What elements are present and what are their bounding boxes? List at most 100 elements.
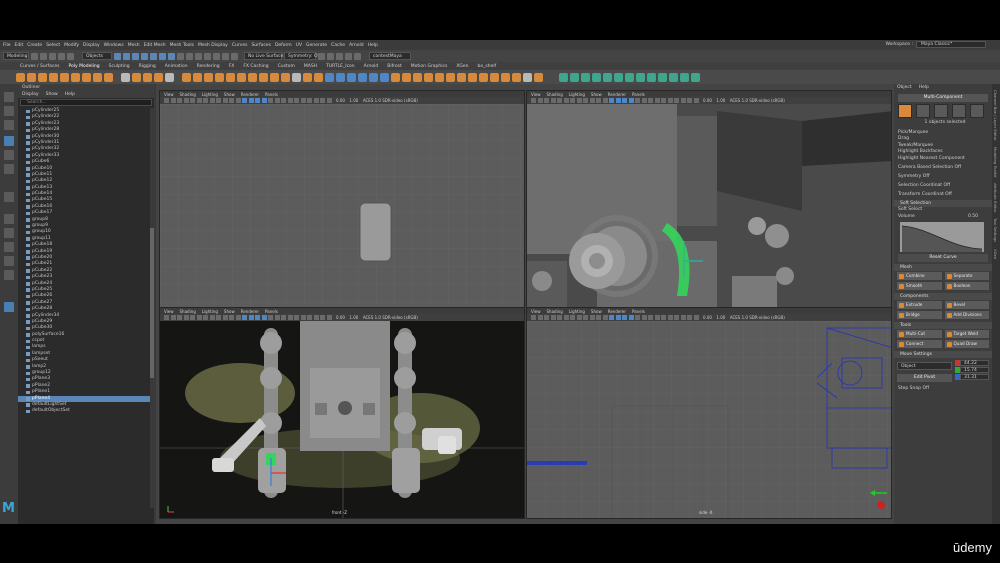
connect-button[interactable]: Connect (897, 340, 942, 348)
outliner-layout-icon[interactable] (4, 302, 14, 312)
shelf-script-4-icon[interactable] (592, 72, 601, 82)
symmetry-row[interactable]: Symmetry Off (894, 174, 992, 181)
spray-icon[interactable] (457, 72, 466, 82)
multi-cut-button[interactable]: Multi-Cut (897, 330, 942, 338)
boolean-button[interactable]: Boolean (944, 282, 989, 290)
edit-pivot-button[interactable]: Edit Pivot (897, 374, 952, 382)
workspace-dropdown[interactable]: Maya Classic* (916, 41, 986, 48)
menu-surfaces[interactable]: Surfaces (251, 43, 271, 48)
move-tool-icon[interactable] (4, 136, 14, 146)
move-settings-header[interactable]: Move Settings (894, 351, 992, 358)
new-scene-icon[interactable] (31, 52, 38, 60)
layout-graph-icon[interactable] (4, 270, 14, 280)
uv-editor-icon[interactable] (380, 72, 389, 82)
extrude-button[interactable]: Extrude (897, 301, 942, 309)
shelf-script-8-icon[interactable] (636, 72, 645, 82)
lasso-tool-icon[interactable] (4, 106, 14, 116)
outliner-search-input[interactable]: Search... (20, 99, 152, 106)
right-tab-modeling-toolkit[interactable]: Modeling Toolkit (993, 147, 998, 178)
snap-surface-icon[interactable] (213, 52, 220, 60)
shelf-tab-fx-caching[interactable]: FX Caching (243, 64, 268, 69)
select-tool-icon[interactable] (4, 92, 14, 102)
shelf-script-6-icon[interactable] (614, 72, 623, 82)
sculpt-icon[interactable] (391, 72, 400, 82)
poke-icon[interactable] (248, 72, 257, 82)
poly-plane-icon[interactable] (71, 72, 80, 82)
shelf-tab-bifrost[interactable]: Bifrost (387, 64, 402, 69)
shelf-tab-rendering[interactable]: Rendering (197, 64, 220, 69)
shelf-script-2-icon[interactable] (570, 72, 579, 82)
menu-set-dropdown[interactable]: Modeling (3, 52, 29, 60)
menu-modify[interactable]: Modify (64, 43, 79, 48)
snap-grid-icon[interactable] (177, 52, 184, 60)
shelf-tab-curves-surfaces[interactable]: Curves / Surfaces (20, 64, 60, 69)
outliner-menu-help[interactable]: Help (65, 91, 75, 98)
combine-icon[interactable] (121, 72, 130, 82)
workspace-selector[interactable]: Workspace : Maya Classic* (885, 41, 986, 48)
scrape-icon[interactable] (501, 72, 510, 82)
step-snap-row[interactable]: Step Snap Off (894, 386, 992, 393)
render-settings-icon[interactable] (336, 52, 343, 60)
soft-selection-header[interactable]: Soft Selection (894, 200, 992, 207)
knife-icon[interactable] (523, 72, 532, 82)
right-tab-channel-box-layer-editor[interactable]: Channel Box / Layer Editor (993, 90, 998, 141)
shelf-script-12-icon[interactable] (680, 72, 689, 82)
add-divisions-button[interactable]: Add Divisions (944, 311, 989, 319)
edge-mode-icon[interactable] (934, 104, 948, 118)
menu-create[interactable]: Create (27, 43, 42, 48)
option-highlight-nearest[interactable]: Highlight Nearest Component (894, 156, 992, 163)
fill-hole-icon[interactable] (215, 72, 224, 82)
shelf-tab-arnold[interactable]: Arnold (364, 64, 379, 69)
account-field[interactable]: contestMaya (369, 52, 411, 60)
menu-help[interactable]: Help (368, 43, 378, 48)
bevel-icon[interactable] (204, 72, 213, 82)
menu-select[interactable]: Select (46, 43, 60, 48)
flatten-icon[interactable] (435, 72, 444, 82)
mirror-icon[interactable] (325, 72, 334, 82)
multi-component-button[interactable]: Multi-Component (898, 94, 988, 102)
offset-edge-loop-icon[interactable] (281, 72, 290, 82)
repeat-icon[interactable] (468, 72, 477, 82)
target-weld-icon[interactable] (303, 72, 312, 82)
symmetry-dropdown[interactable]: Symmetry: Off (284, 52, 321, 60)
tools-section-header[interactable]: Tools (894, 322, 992, 329)
shelf-script-11-icon[interactable] (669, 72, 678, 82)
shelf-tab-rigging[interactable]: Rigging (139, 64, 156, 69)
quad-draw-button[interactable]: Quad Draw (944, 340, 989, 348)
menu-cache[interactable]: Cache (331, 43, 345, 48)
insert-edge-loop-icon[interactable] (270, 72, 279, 82)
live-surface-field[interactable]: No Live Surface (244, 52, 283, 60)
shelf-tab-bo-shelf[interactable]: bo_shelf (478, 64, 497, 69)
menu-file[interactable]: File (3, 43, 11, 48)
shelf-script-13-icon[interactable] (691, 72, 700, 82)
menu-edit-mesh[interactable]: Edit Mesh (144, 43, 166, 48)
edge-mask-icon[interactable] (150, 52, 157, 60)
shelf-tab-mash[interactable]: MASH (304, 64, 317, 69)
poly-cone-icon[interactable] (49, 72, 58, 82)
shelf-script-1-icon[interactable] (559, 72, 568, 82)
input-output-icon[interactable] (231, 52, 238, 60)
outliner-menu-show[interactable]: Show (46, 91, 58, 98)
combine-button[interactable]: Combine (897, 272, 942, 280)
shelf-tab-turtle-icon[interactable]: TURTLE_Icon (326, 64, 355, 69)
extract-icon[interactable] (143, 72, 152, 82)
cylindrical-uv-icon[interactable] (347, 72, 356, 82)
shelf-tab-animation[interactable]: Animation (165, 64, 188, 69)
shelf-script-7-icon[interactable] (625, 72, 634, 82)
falloff-curve-editor[interactable] (900, 222, 984, 252)
render-view-icon[interactable] (354, 52, 361, 60)
snap-point-icon[interactable] (195, 52, 202, 60)
outliner-menu-display[interactable]: Display (22, 91, 39, 98)
select-hierarchy-icon[interactable] (114, 52, 121, 60)
redo-icon[interactable] (67, 52, 74, 60)
right-tab-xgen[interactable]: XGen (993, 249, 998, 259)
multi-cut-icon[interactable] (259, 72, 268, 82)
side-by-side-icon[interactable] (4, 242, 14, 252)
shelf-tab-custom[interactable]: Custom (278, 64, 295, 69)
spherical-uv-icon[interactable] (358, 72, 367, 82)
menu-arnold[interactable]: Arnold (349, 43, 364, 48)
vertex-mask-icon[interactable] (141, 52, 148, 60)
selection-coordinate-row[interactable]: Selection Coordinat Off (894, 183, 992, 190)
mesh-section-header[interactable]: Mesh (894, 264, 992, 271)
face-mask-icon[interactable] (159, 52, 166, 60)
